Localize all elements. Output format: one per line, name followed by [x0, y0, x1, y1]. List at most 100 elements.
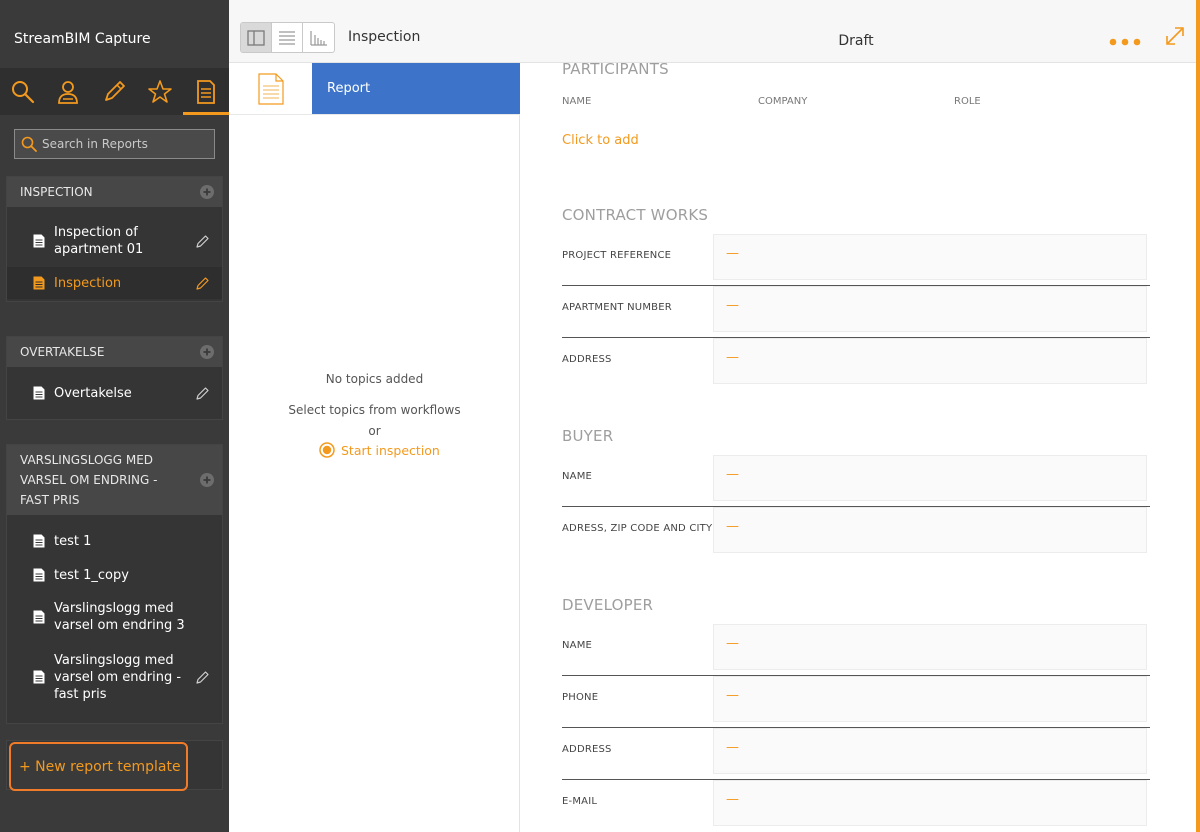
edit-pencil-icon[interactable] [195, 234, 210, 249]
report-group-varslingslogg: VARSLINGSLOGG MED VARSEL OM ENDRING - FA… [6, 444, 223, 724]
field-label: ADRESS, ZIP CODE AND CITY [562, 523, 713, 534]
field-input[interactable]: — [713, 234, 1147, 280]
search-reports-input[interactable] [42, 137, 212, 151]
report-item-label: Overtakelse [54, 385, 132, 401]
field-label: E-MAIL [562, 796, 598, 807]
report-detail-panel: Draft PARTICIPANTS NAME COMPANY ROLE Cli… [520, 0, 1200, 832]
report-item-label: test 1_copy [54, 567, 129, 583]
markup-nav-button[interactable] [94, 72, 134, 112]
list-view-icon [279, 30, 295, 45]
edit-pencil-icon[interactable] [195, 670, 210, 685]
document-icon [33, 276, 45, 290]
report-group-inspection: INSPECTION Inspection of apartment 01 In… [6, 176, 223, 302]
field-label: PHONE [562, 692, 599, 703]
search-icon [21, 136, 37, 152]
report-item-active[interactable]: Inspection [7, 267, 222, 299]
app-title: StreamBIM Capture [14, 31, 151, 47]
document-icon [33, 610, 45, 624]
report-item-label: Inspection of apartment 01 [54, 225, 144, 257]
favorites-nav-button[interactable] [140, 72, 180, 112]
group-title: OVERTAKELSE [20, 345, 105, 359]
report-tab[interactable]: Report [312, 63, 520, 114]
user-icon [58, 81, 78, 104]
report-group-overtakelse: OVERTAKELSE Overtakelse [6, 336, 223, 420]
view-mode-toggle [240, 22, 335, 53]
document-icon [33, 234, 45, 248]
chart-view-button[interactable] [303, 23, 334, 52]
field-input[interactable]: — [713, 338, 1147, 384]
field-input[interactable]: — [713, 624, 1147, 670]
edit-pencil-icon[interactable] [195, 386, 210, 401]
group-title: VARSLINGSLOGG MED VARSEL OM ENDRING - FA… [20, 453, 158, 507]
field-input[interactable]: — [713, 676, 1147, 722]
report-toolbar: Draft [520, 0, 1196, 63]
field-input[interactable]: — [713, 728, 1147, 774]
column-header-role: ROLE [954, 96, 981, 107]
report-item[interactable]: Varslingslogg med varsel om endring - fa… [7, 649, 222, 705]
report-tab-row: Report [229, 63, 520, 115]
sidebar: StreamBIM Capture INSPECTION Inspection [0, 0, 229, 832]
field-row: NAME — [562, 624, 1150, 676]
field-row: PHONE — [562, 676, 1150, 728]
search-reports-box[interactable] [14, 129, 215, 159]
report-icon [197, 80, 215, 104]
field-input[interactable]: — [713, 455, 1147, 501]
document-icon [33, 534, 45, 548]
report-item-label: test 1 [54, 533, 92, 549]
split-view-icon [247, 29, 265, 46]
field-row: NAME — [562, 455, 1150, 507]
document-icon [33, 386, 45, 400]
report-item-label: Inspection [54, 275, 122, 291]
start-inspection-link[interactable]: Start inspection [319, 442, 440, 458]
add-circle-icon[interactable] [200, 345, 214, 359]
active-nav-indicator [183, 112, 229, 115]
topics-panel: Inspection Report No topics added Select… [229, 0, 520, 832]
field-input[interactable]: — [713, 286, 1147, 332]
document-icon [33, 568, 45, 582]
field-label: PROJECT REFERENCE [562, 250, 672, 261]
group-title: INSPECTION [20, 185, 93, 199]
topics-toolbar: Inspection [229, 0, 520, 63]
group-header: INSPECTION [7, 177, 222, 207]
edit-pencil-icon[interactable] [195, 276, 210, 291]
new-report-template-button[interactable]: + New report template [9, 742, 188, 791]
field-row: APARTMENT NUMBER — [562, 286, 1150, 338]
expand-icon[interactable] [1164, 25, 1186, 47]
star-icon [148, 80, 172, 103]
more-options-icon[interactable] [1108, 37, 1142, 47]
scrollbar[interactable] [1196, 0, 1200, 832]
bar-chart-icon [309, 30, 327, 46]
column-header-name: NAME [562, 96, 592, 107]
field-row: E-MAIL — [562, 780, 1150, 832]
add-participant-link[interactable]: Click to add [562, 133, 639, 148]
field-input[interactable]: — [713, 507, 1147, 553]
section-title-buyer: BUYER [562, 427, 614, 445]
add-circle-icon[interactable] [200, 185, 214, 199]
list-view-button[interactable] [272, 23, 303, 52]
report-item[interactable]: test 1_copy [7, 559, 222, 591]
document-icon [33, 670, 45, 684]
report-item[interactable]: Overtakelse [7, 377, 222, 409]
column-header-company: COMPANY [758, 96, 808, 107]
panel-title: Inspection [348, 29, 421, 45]
section-title-contract-works: CONTRACT WORKS [562, 206, 709, 224]
split-view-button[interactable] [241, 23, 272, 52]
report-item[interactable]: test 1 [7, 525, 222, 557]
field-label: APARTMENT NUMBER [562, 302, 672, 313]
pencil-icon [105, 81, 125, 101]
field-label: ADDRESS [562, 744, 612, 755]
field-row: ADDRESS — [562, 728, 1150, 780]
report-item[interactable]: Inspection of apartment 01 [7, 221, 222, 261]
group-header: OVERTAKELSE [7, 337, 222, 367]
add-circle-icon[interactable] [200, 473, 214, 487]
search-nav-button[interactable] [3, 72, 43, 112]
report-item[interactable]: Varslingslogg med varsel om endring 3 [7, 597, 222, 637]
report-status: Draft [838, 33, 874, 49]
reports-nav-button[interactable] [186, 72, 226, 112]
field-label: ADDRESS [562, 354, 612, 365]
empty-state-hint: Select topics from workflows [288, 403, 461, 417]
user-nav-button[interactable] [48, 72, 88, 112]
empty-state-title: No topics added [325, 372, 424, 386]
field-input[interactable]: — [713, 780, 1147, 826]
participants-title: PARTICIPANTS [562, 60, 669, 78]
